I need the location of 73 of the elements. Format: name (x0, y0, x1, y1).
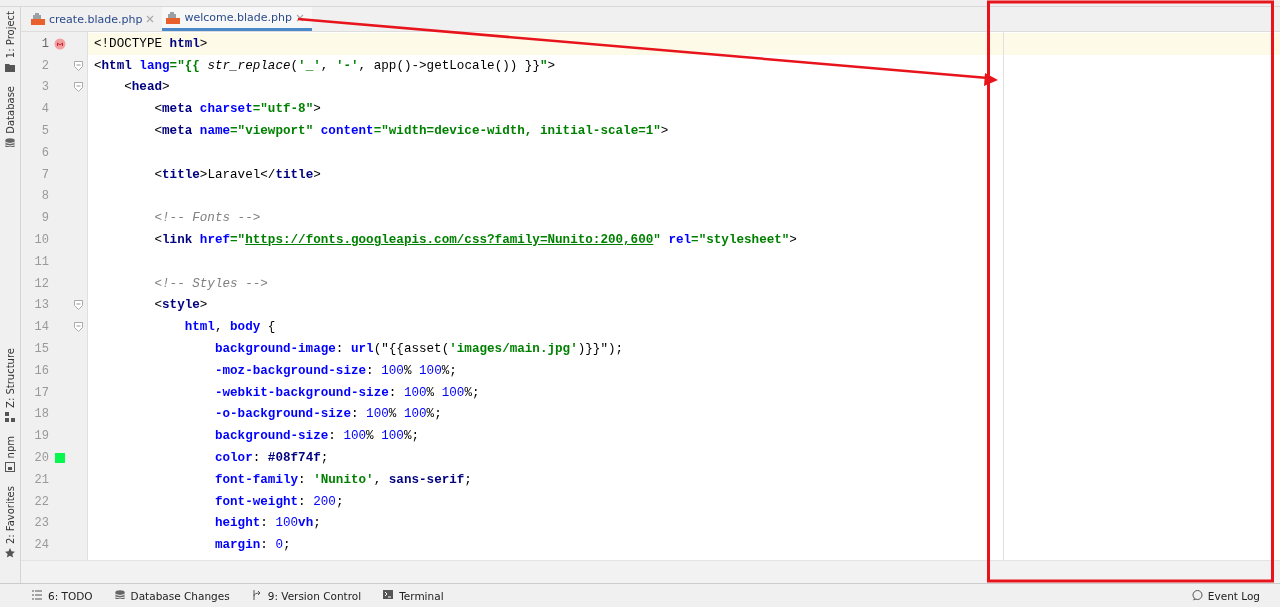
code-line: background-size: 100% 100%; (213, 429, 420, 444)
line-number: 23 (33, 516, 49, 531)
tool-window-button[interactable]: Database (4, 86, 16, 134)
horizontal-scrollbar[interactable] (21, 560, 1280, 583)
line-number: 9 (40, 211, 49, 226)
code-line: -moz-background-size: 100% 100%; (213, 363, 457, 378)
line-number: 8 (40, 189, 49, 204)
branch-icon (251, 590, 263, 601)
star-icon (5, 548, 15, 559)
file-icon (31, 13, 45, 25)
database-icon (114, 590, 126, 601)
code-line: <meta name="viewport" content="width=device-width, initial-scale=1"> (153, 124, 669, 139)
code-line: <title>Laravel</title> (153, 167, 321, 182)
line-number: 21 (33, 472, 49, 487)
tool-window-button[interactable]: 6: TODO (32, 589, 93, 602)
line-number: 7 (40, 167, 49, 182)
tool-window-button[interactable]: Terminal (383, 589, 444, 602)
code-line: <style> (153, 298, 208, 313)
editor-tab[interactable]: welcome.blade.php (162, 7, 312, 31)
breakpoint-icon (54, 37, 66, 50)
line-number: 16 (33, 363, 49, 378)
tool-window-button[interactable]: npm (4, 435, 16, 459)
speech-bubble-icon (1191, 590, 1203, 601)
code-line: <!DOCTYPE html> (94, 36, 208, 51)
tool-window-button[interactable]: 1: Project (4, 11, 16, 59)
code-line: <meta charset="utf-8"> (153, 102, 321, 117)
close-icon (146, 15, 155, 23)
line-number: 17 (33, 385, 49, 400)
code-line: <!-- Fonts --> (153, 211, 261, 226)
line-number: 20 (33, 451, 49, 466)
file-icon (166, 11, 181, 24)
code-line: <head> (123, 80, 170, 95)
database-icon (5, 137, 15, 148)
code-line: -o-background-size: 100% 100%; (213, 407, 442, 422)
tool-window-button[interactable]: Event Log (1191, 589, 1260, 602)
npm-icon (5, 462, 15, 473)
code-line: html, body { (183, 320, 276, 335)
line-number: 11 (33, 254, 49, 269)
terminal-icon (383, 590, 395, 601)
folder-icon (5, 62, 15, 73)
line-number: 18 (33, 407, 49, 422)
line-number: 24 (33, 538, 49, 553)
tool-window-button[interactable]: 9: Version Control (251, 589, 362, 602)
code-line: <html lang="{{ str_replace('_', '-', app()->getLocale()) }}"> (94, 58, 556, 73)
code-line: font-family: 'Nunito', sans-serif; (213, 472, 472, 487)
code-line: -webkit-background-size: 100% 100%; (213, 385, 480, 400)
line-number: 6 (40, 145, 49, 160)
line-number: 15 (33, 342, 49, 357)
code-line: background-image: url("{{asset('images/main.jpg')}}"); (213, 342, 624, 357)
code-line: color: #08f74f; (213, 451, 329, 466)
line-number: 12 (33, 276, 49, 291)
line-number: 3 (40, 80, 49, 95)
line-number: 1 (40, 36, 49, 51)
line-number: 5 (40, 124, 49, 139)
tool-window-button[interactable]: 2: Favorites (4, 486, 16, 545)
close-icon (295, 13, 304, 22)
tool-window-button[interactable]: Database Changes (114, 589, 230, 602)
line-number: 19 (33, 429, 49, 444)
line-number: 22 (33, 494, 49, 509)
editor-tab[interactable]: create.blade.php (27, 7, 163, 31)
code-line: height: 100vh; (213, 516, 321, 531)
list-icon (32, 590, 43, 601)
code-line: font-weight: 200; (213, 494, 344, 509)
line-number: 10 (33, 233, 49, 248)
code-line: <!-- Styles --> (153, 276, 268, 291)
line-number: 14 (33, 320, 49, 335)
line-number: 13 (33, 298, 49, 313)
code-line: margin: 0; (213, 538, 291, 553)
line-number: 2 (40, 58, 49, 73)
structure-icon (5, 411, 15, 422)
line-number: 4 (40, 102, 49, 117)
tool-window-button[interactable]: Z: Structure (4, 347, 16, 408)
code-line: <link href="https://fonts.googleapis.com/css?family=Nunito:200,600" rel="stylesheet"> (153, 233, 797, 248)
